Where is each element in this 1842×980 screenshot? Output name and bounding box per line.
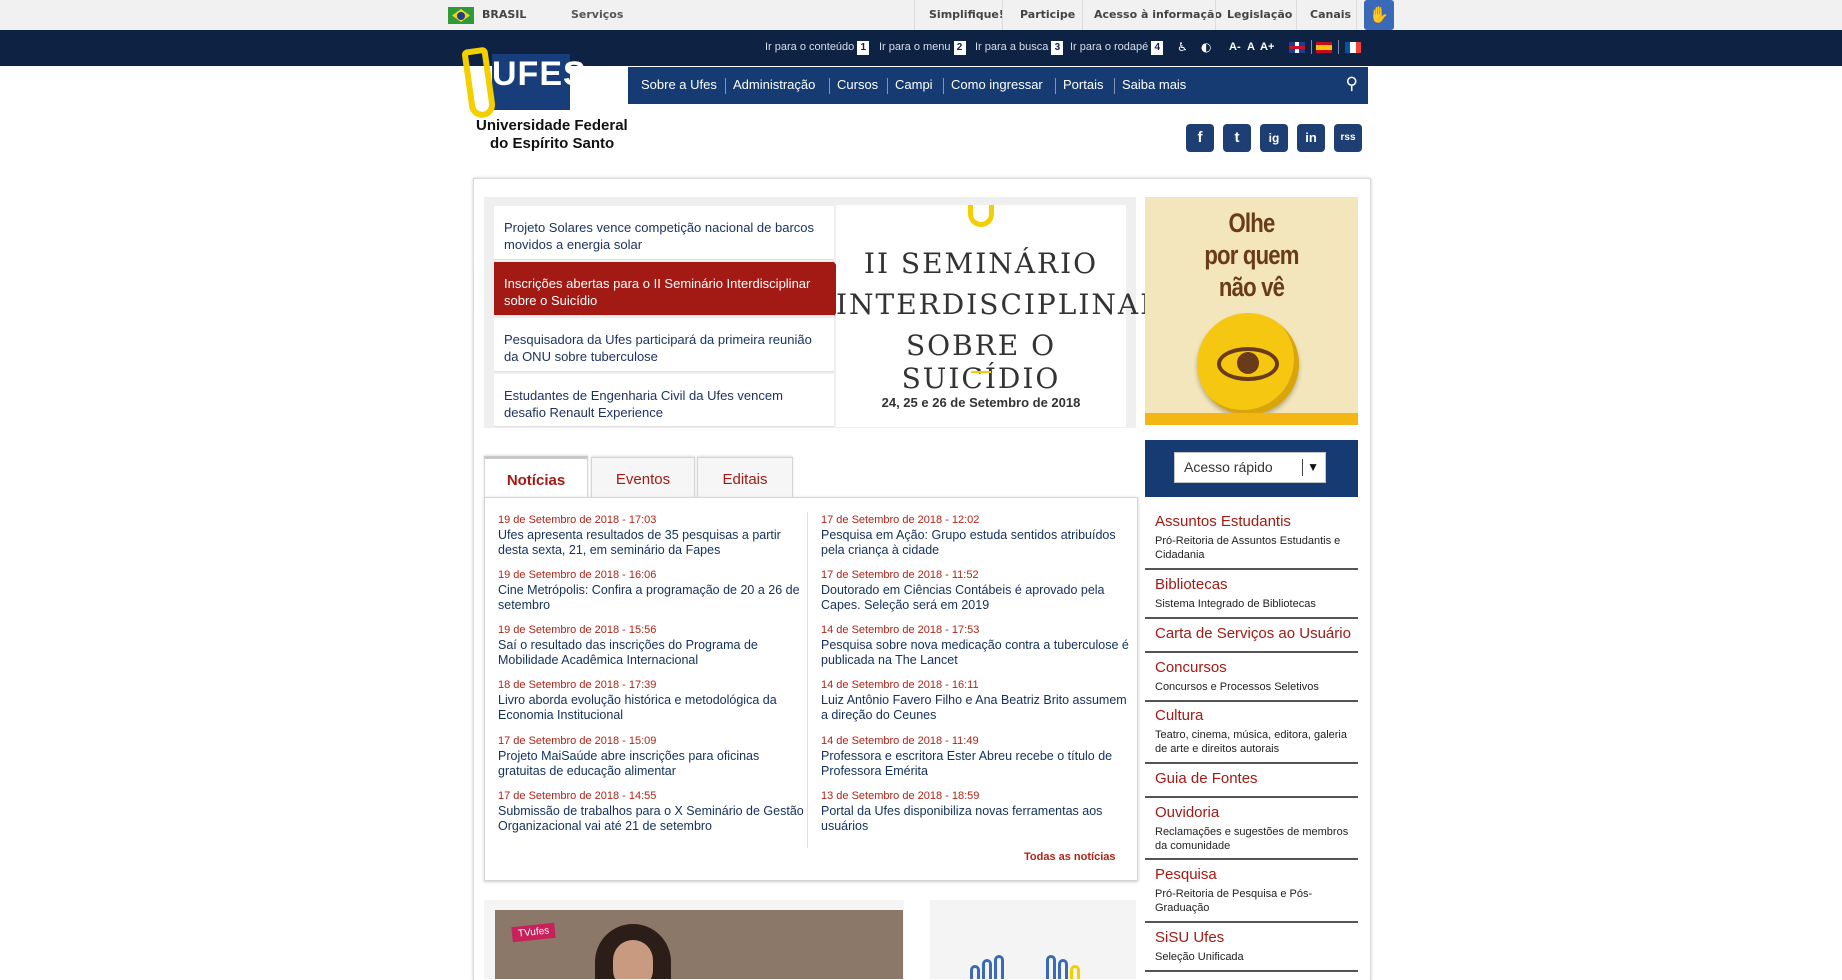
news-item[interactable]: 14 de Setembro de 2018 - 11:49 Professora… [821, 734, 1131, 779]
news-item[interactable]: 17 de Setembro de 2018 - 14:55 Submissão … [498, 789, 808, 834]
tab-editais[interactable]: Editais [697, 457, 793, 498]
facebook-icon[interactable]: f [1186, 124, 1214, 152]
tab-eventos[interactable]: Eventos [591, 457, 695, 498]
chevron-down-icon: ▼ [1307, 460, 1319, 474]
video-thumbnail[interactable]: TVufes [495, 910, 903, 979]
tab-noticias[interactable]: Notícias [484, 456, 588, 501]
news-item[interactable]: 17 de Setembro de 2018 - 11:52 Doutorado … [821, 568, 1131, 613]
university-name-line1: Universidade Federal [476, 117, 628, 134]
accessibility-bar: Ir para o conteúdo 1 Ir para o menu 2 Ir p… [0, 30, 1842, 66]
seminar-banner[interactable]: II SEMINÁRIO INTERDISCIPLINAR SOBRE O SU… [836, 205, 1164, 427]
sidebar-item-bibliotecas[interactable]: Bibliotecas Sistema Integrado de Bibliote… [1155, 576, 1358, 611]
eye-icon [1197, 313, 1299, 415]
news-item[interactable]: 19 de Setembro de 2018 - 16:06 Cine Metró… [498, 568, 808, 613]
quick-access-select[interactable]: Acesso rápido ▼ [1174, 452, 1326, 483]
banner-line2: INTERDISCIPLINAR [836, 288, 1164, 321]
yellow-ribbon-icon [968, 205, 994, 227]
nav-item-cursos[interactable]: Cursos [837, 77, 878, 92]
feature-card[interactable] [930, 900, 1136, 979]
sidebar-item-ouvidoria[interactable]: Ouvidoria Reclamações e sugestões de memb… [1155, 804, 1358, 853]
services-link[interactable]: Serviços [571, 8, 623, 21]
quick-access-box: Acesso rápido ▼ [1145, 440, 1358, 497]
contrast-icon[interactable]: ◐ [1201, 40, 1211, 54]
news-item[interactable]: 14 de Setembro de 2018 - 16:11 Luiz Antôn… [821, 678, 1131, 723]
news-item[interactable]: 19 de Setembro de 2018 - 17:03 Ufes apres… [498, 513, 808, 558]
instagram-icon[interactable]: ig [1260, 124, 1288, 152]
tvufes-badge: TVufes [511, 922, 556, 943]
skip-to-search-link[interactable]: Ir para a busca 3 [975, 41, 1064, 55]
gov-bar: BRASIL Serviços Simplifique! Participe A… [0, 0, 1842, 31]
university-name-line2: do Espírito Santo [490, 135, 615, 152]
search-icon[interactable]: ⚲ [1346, 74, 1358, 94]
banner-line3: SOBRE O SUICÍDIO [901, 329, 1061, 395]
news-item[interactable]: 19 de Setembro de 2018 - 15:56 Saí o resu… [498, 623, 808, 668]
campaign-banner[interactable]: Olhe por quem não vê [1145, 197, 1358, 425]
french-flag-icon[interactable] [1345, 42, 1361, 53]
sidebar-item-sisu[interactable]: SiSU Ufes Seleção Unificada [1155, 929, 1358, 964]
nav-item-portais[interactable]: Portais [1063, 77, 1103, 92]
twitter-icon[interactable]: t [1223, 124, 1251, 152]
skip-to-footer-link[interactable]: Ir para o rodapé 4 [1070, 41, 1164, 55]
news-item[interactable]: 14 de Setembro de 2018 - 17:53 Pesquisa s… [821, 623, 1131, 668]
promo-line3: não vê [1218, 272, 1285, 302]
news-item[interactable]: 17 de Setembro de 2018 - 12:02 Pesquisa e… [821, 513, 1131, 558]
english-flag-icon[interactable] [1289, 42, 1305, 53]
linkedin-icon[interactable]: in [1297, 124, 1325, 152]
accessibility-icon[interactable]: ♿ [1177, 40, 1188, 54]
rss-icon[interactable]: rss [1334, 124, 1362, 152]
gov-link-participe[interactable]: Participe [1020, 8, 1075, 21]
sidebar-item-cultura[interactable]: Cultura Teatro, cinema, música, editora, … [1155, 707, 1358, 756]
nav-item-administracao[interactable]: Administração [733, 77, 815, 92]
sidebar-item-carta-servicos[interactable]: Carta de Serviços ao Usuário [1155, 625, 1358, 643]
news-item[interactable]: 18 de Setembro de 2018 - 17:39 Livro abor… [498, 678, 808, 723]
nav-item-saiba-mais[interactable]: Saiba mais [1122, 77, 1186, 92]
sidebar-item-concursos[interactable]: Concursos Concursos e Processos Seletivos [1155, 659, 1358, 694]
hands-illustration-icon [970, 955, 1090, 979]
tv-ufes-video[interactable]: TVufes [484, 900, 904, 979]
country-link[interactable]: BRASIL [482, 8, 526, 21]
banner-date: 24, 25 e 26 de Setembro de 2018 [881, 395, 1081, 410]
font-increase-button[interactable]: A+ [1260, 41, 1274, 53]
news-item[interactable]: 13 de Setembro de 2018 - 18:59 Portal da … [821, 789, 1131, 834]
gov-link-canais[interactable]: Canais [1310, 8, 1351, 21]
nav-item-campi[interactable]: Campi [895, 77, 933, 92]
gov-link-simplifique[interactable]: Simplifique! [929, 8, 1004, 21]
skip-to-content-link[interactable]: Ir para o conteúdo 1 [765, 41, 870, 55]
sidebar-item-guia-fontes[interactable]: Guia de Fontes [1155, 770, 1358, 788]
sidebar-item-assuntos-estudantis[interactable]: Assuntos Estudantis Pró-Reitoria de Assun… [1155, 513, 1358, 562]
slider-item[interactable]: Projeto Solares vence competição naciona… [494, 206, 834, 260]
gov-link-acesso-informacao[interactable]: Acesso à informação [1094, 8, 1222, 21]
skip-to-menu-link[interactable]: Ir para o menu 2 [879, 41, 966, 55]
spanish-flag-icon[interactable] [1316, 42, 1332, 53]
all-news-link[interactable]: Todas as notícias [1024, 851, 1116, 863]
nav-item-como-ingressar[interactable]: Como ingressar [951, 77, 1043, 92]
banner-line1: II SEMINÁRIO [863, 247, 1099, 280]
news-item[interactable]: 17 de Setembro de 2018 - 15:09 Projeto Ma… [498, 734, 808, 779]
slider-item[interactable]: Pesquisadora da Ufes participará da prim… [494, 318, 834, 372]
main-nav: Sobre a Ufes Administração Cursos Campi … [628, 67, 1368, 104]
slider-item[interactable]: Estudantes de Engenharia Civil da Ufes v… [494, 374, 834, 427]
ufes-logo[interactable]: UFES Universidade Federal do Espírito Sa… [461, 46, 632, 153]
nav-item-sobre[interactable]: Sobre a Ufes [641, 77, 717, 92]
promo-line1: Olhe [1228, 208, 1276, 238]
font-reset-button[interactable]: A [1247, 41, 1255, 53]
font-decrease-button[interactable]: A- [1229, 41, 1241, 53]
sidebar-item-pesquisa[interactable]: Pesquisa Pró-Reitoria de Pesquisa e Pós-G… [1155, 866, 1358, 915]
logo-wordmark: UFES [492, 55, 587, 93]
promo-line2: por quem [1204, 240, 1299, 270]
accessibility-hand-icon[interactable]: ✋ [1364, 0, 1394, 30]
brazil-flag-icon[interactable] [448, 7, 474, 24]
slider-item-active[interactable]: Inscrições abertas para o II Seminário I… [494, 262, 854, 316]
gov-link-legislacao[interactable]: Legislação [1227, 8, 1292, 21]
